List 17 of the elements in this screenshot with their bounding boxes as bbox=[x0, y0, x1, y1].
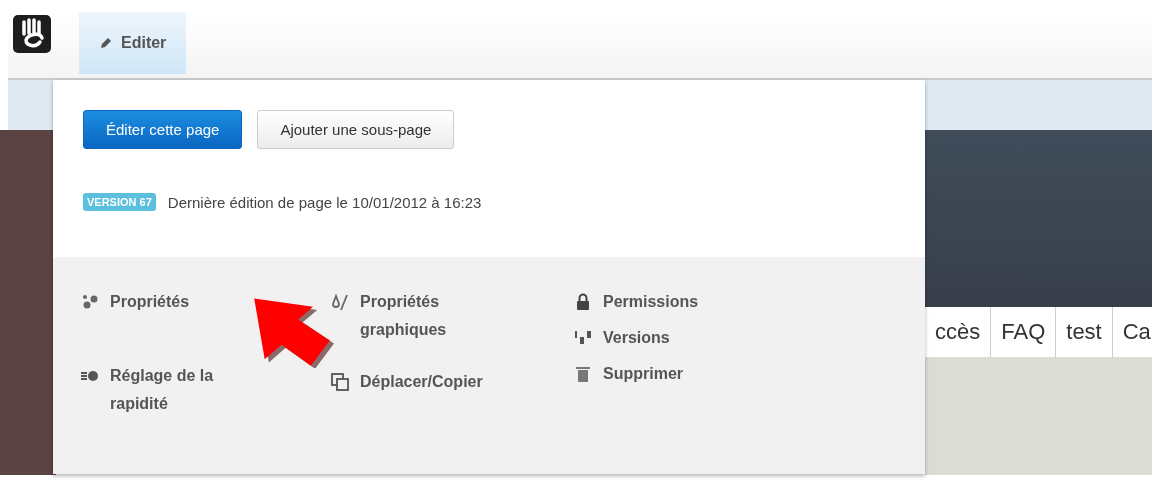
trash-icon bbox=[573, 364, 593, 384]
add-subpage-button[interactable]: Ajouter une sous-page bbox=[257, 110, 455, 149]
pen-drop-icon bbox=[330, 292, 350, 312]
version-badge: VERSION 67 bbox=[83, 193, 156, 211]
hand-logo-icon[interactable] bbox=[12, 14, 52, 54]
edit-tab[interactable]: Editer bbox=[79, 12, 187, 74]
menu-item[interactable]: Permissions bbox=[603, 288, 699, 316]
menu-item[interactable]: Réglage de la rapidité bbox=[110, 362, 260, 418]
pencil-icon bbox=[99, 36, 113, 50]
menu-item[interactable]: Versions bbox=[603, 324, 670, 352]
menu-item[interactable]: Propriétés graphiques bbox=[360, 288, 510, 344]
menu-item[interactable]: Propriétés bbox=[110, 288, 190, 316]
copy-icon bbox=[330, 372, 350, 392]
edit-page-button[interactable]: Éditer cette page bbox=[83, 110, 243, 149]
menu-item[interactable]: Supprimer bbox=[603, 360, 683, 388]
menu-item[interactable]: Déplacer/Copier bbox=[360, 368, 483, 396]
last-edit-text: Dernière édition de page le 10/01/2012 à 16:23 bbox=[167, 193, 482, 211]
